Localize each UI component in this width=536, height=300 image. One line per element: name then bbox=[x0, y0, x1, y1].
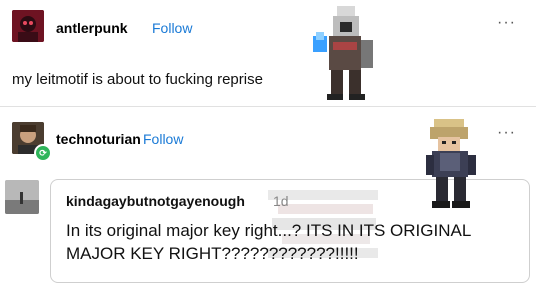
post-avatar-antlerpunk[interactable] bbox=[12, 10, 44, 42]
reblog-icon: ⟳ bbox=[34, 144, 52, 162]
avatar-icon bbox=[12, 10, 44, 42]
reply-username[interactable]: kindagaybutnotgayenough bbox=[66, 193, 245, 209]
follow-button[interactable]: Follow bbox=[143, 131, 183, 147]
post-username[interactable]: technoturian bbox=[56, 131, 141, 147]
more-options-icon[interactable]: ··· bbox=[497, 124, 516, 142]
post-username[interactable]: antlerpunk bbox=[56, 20, 128, 36]
pixel-character-sprite bbox=[313, 6, 373, 100]
follow-button[interactable]: Follow bbox=[152, 20, 192, 36]
post-body-text: my leitmotif is about to fucking reprise bbox=[12, 71, 263, 88]
post-divider bbox=[0, 106, 536, 107]
pixel-character-sprite bbox=[426, 119, 476, 208]
reply-avatar[interactable] bbox=[5, 180, 39, 214]
more-options-icon[interactable]: ··· bbox=[497, 14, 516, 32]
reply-text: In its original major key right...? ITS … bbox=[66, 221, 471, 263]
avatar-icon bbox=[5, 180, 39, 214]
reply-timestamp: 1d bbox=[273, 193, 289, 209]
